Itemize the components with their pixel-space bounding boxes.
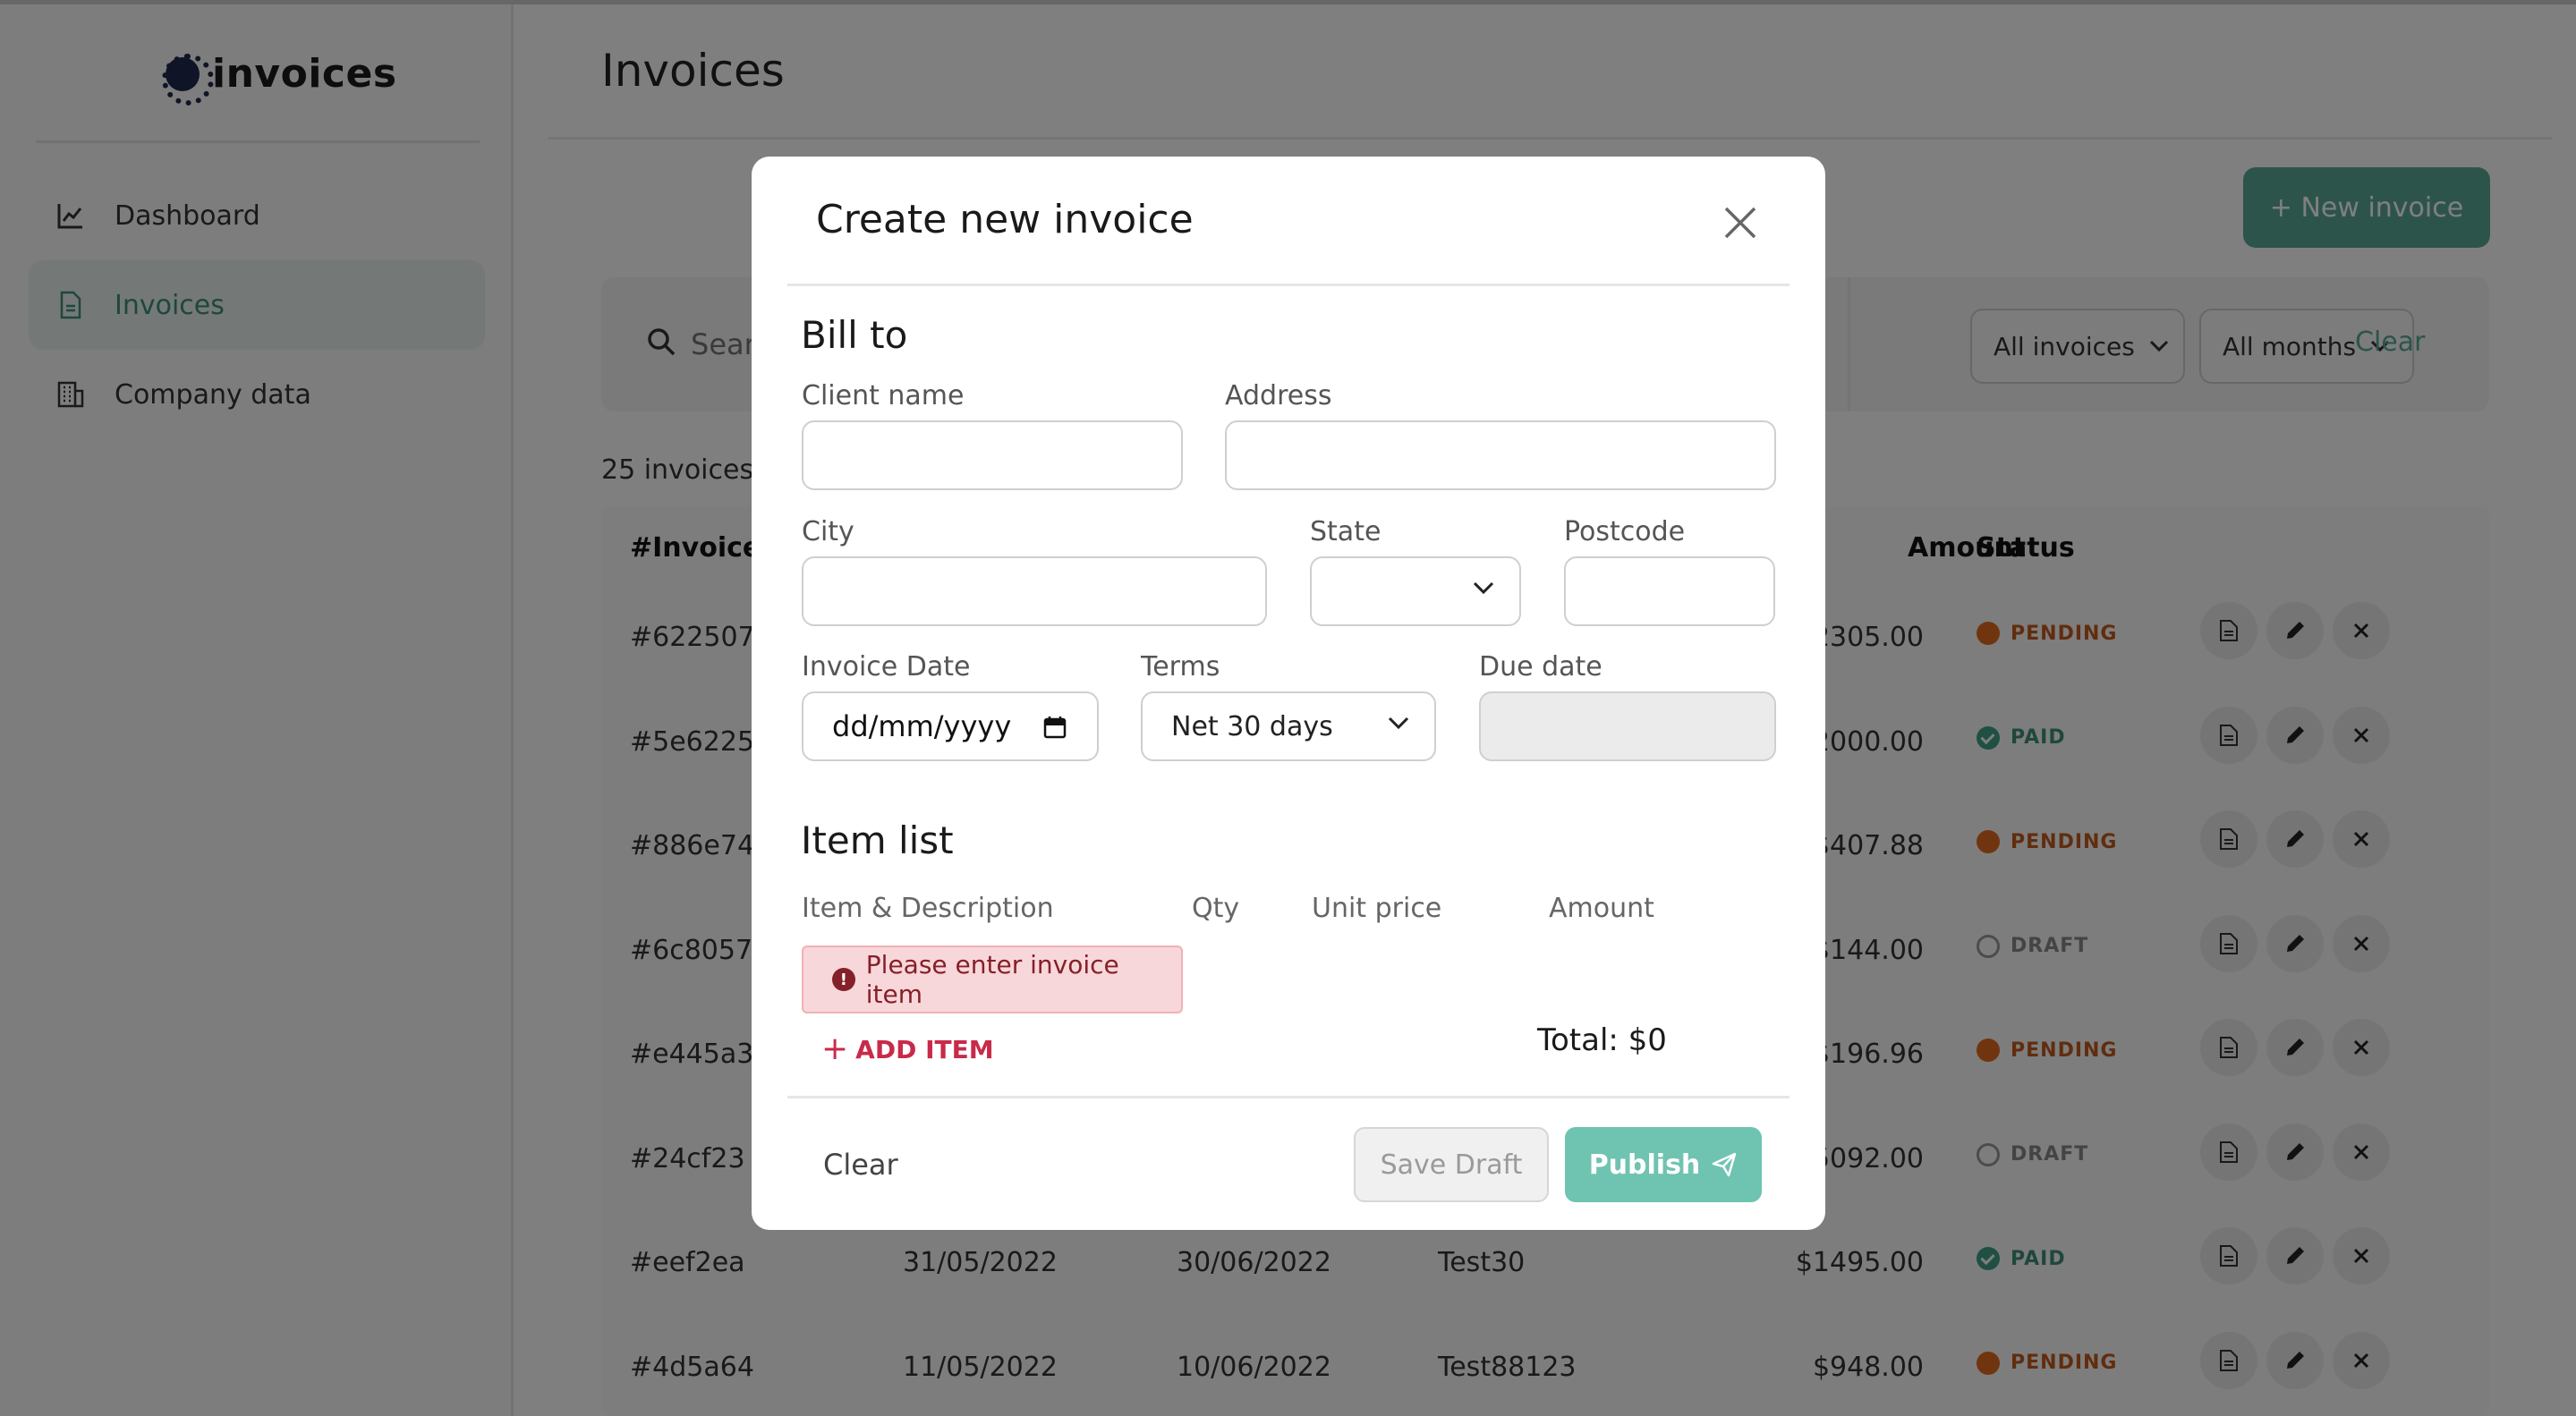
due-date-label: Due date xyxy=(1479,651,1603,683)
address-input[interactable] xyxy=(1225,420,1776,490)
item-description-column: Item & Description xyxy=(802,893,1054,924)
state-select[interactable] xyxy=(1310,556,1521,626)
clear-form-button[interactable]: Clear xyxy=(823,1148,898,1182)
alert-message: Please enter invoice item xyxy=(865,950,1119,1009)
modal-header-divider xyxy=(787,284,1790,286)
chevron-down-icon xyxy=(1473,581,1494,595)
plus-icon: + xyxy=(821,1030,849,1067)
invoice-total: Total: $0 xyxy=(1537,1022,1667,1058)
state-label: State xyxy=(1310,516,1382,547)
client-name-input[interactable] xyxy=(802,420,1183,490)
city-input[interactable] xyxy=(802,556,1267,626)
postcode-input[interactable] xyxy=(1564,556,1775,626)
amount-column: Amount xyxy=(1549,893,1654,924)
alert-icon: ! xyxy=(832,968,855,991)
invoice-date-value: dd/mm/yyyy xyxy=(832,709,1012,743)
add-item-button[interactable]: + ADD ITEM xyxy=(821,1033,994,1065)
unit-price-column: Unit price xyxy=(1312,893,1442,924)
terms-label: Terms xyxy=(1141,651,1220,683)
invoice-date-input[interactable]: dd/mm/yyyy xyxy=(802,691,1099,761)
close-icon[interactable] xyxy=(1721,203,1760,242)
terms-select[interactable]: Net 30 days xyxy=(1141,691,1436,761)
due-date-input xyxy=(1479,691,1776,761)
item-list-heading: Item list xyxy=(801,818,954,862)
postcode-label: Postcode xyxy=(1564,516,1686,547)
send-icon xyxy=(1713,1152,1737,1177)
calendar-icon[interactable] xyxy=(1043,716,1067,739)
invoice-date-label: Invoice Date xyxy=(802,651,971,683)
city-label: City xyxy=(802,516,854,547)
modal-title: Create new invoice xyxy=(816,197,1194,242)
create-invoice-modal: Create new invoice Bill to Client name A… xyxy=(752,157,1825,1230)
qty-column: Qty xyxy=(1192,893,1240,924)
publish-button[interactable]: Publish xyxy=(1565,1127,1762,1202)
save-draft-button[interactable]: Save Draft xyxy=(1354,1127,1549,1202)
item-error-alert: ! Please enter invoice item xyxy=(802,945,1183,1013)
publish-label: Publish xyxy=(1588,1149,1701,1181)
modal-footer-divider xyxy=(787,1096,1790,1098)
address-label: Address xyxy=(1225,380,1332,411)
client-name-label: Client name xyxy=(802,380,965,411)
bill-to-heading: Bill to xyxy=(801,313,908,357)
terms-value: Net 30 days xyxy=(1171,710,1333,742)
chevron-down-icon xyxy=(1388,716,1409,730)
add-item-label: ADD ITEM xyxy=(855,1034,994,1064)
